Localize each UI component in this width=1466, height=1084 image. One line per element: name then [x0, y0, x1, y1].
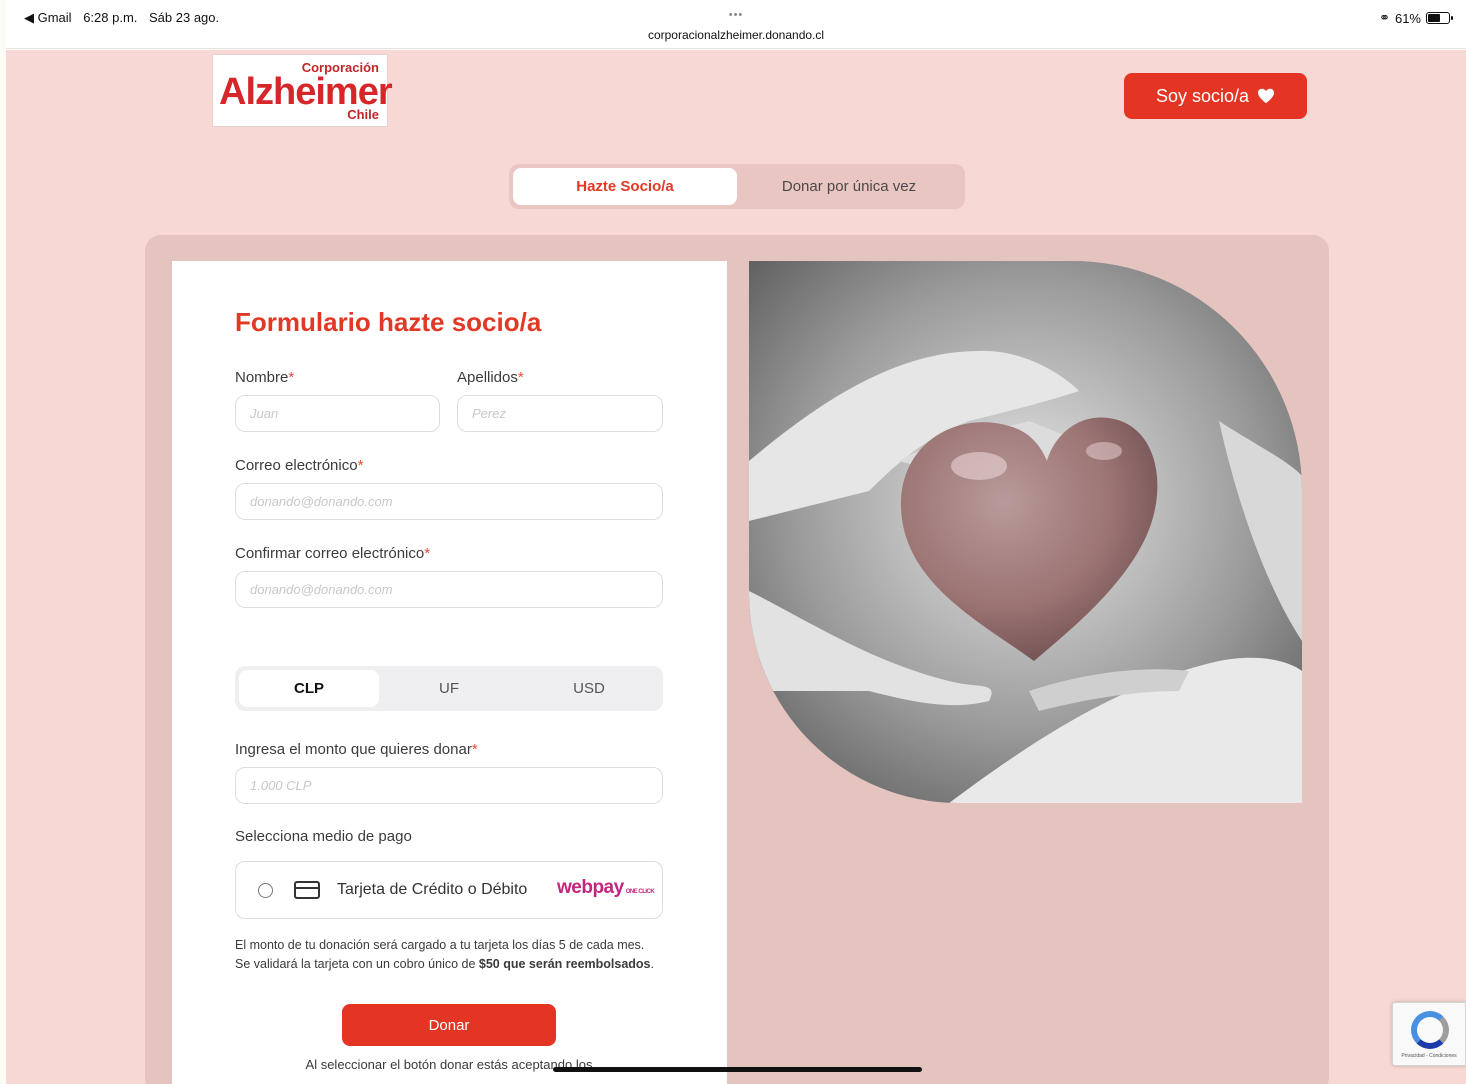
home-indicator[interactable] — [553, 1067, 922, 1072]
amount-input[interactable]: 1.000 CLP — [235, 767, 663, 804]
site-logo[interactable]: Corporación Alzheimer Chile — [212, 54, 393, 127]
monto-label: Ingresa el monto que quieres donar* — [235, 741, 478, 758]
required-mark: * — [424, 545, 431, 562]
confirmar-correo-label: Confirmar correo electrónico* — [235, 545, 430, 562]
credit-card-icon — [294, 881, 320, 899]
donation-type-tabs: Hazte Socio/a Donar por única vez — [509, 164, 965, 209]
link-icon: ⚭ — [1379, 10, 1390, 25]
apellidos-label-text: Apellidos — [457, 369, 518, 386]
form-card: Formulario hazte socio/a Nombre* Juan Ap… — [172, 261, 727, 1084]
soy-socio-button[interactable]: Soy socio/a — [1124, 73, 1307, 119]
webpay-text: webpay — [557, 877, 624, 898]
apellidos-label: Apellidos* — [457, 369, 524, 386]
apellidos-input[interactable]: Perez — [457, 395, 663, 432]
address-url[interactable]: corporacionalzheimer.donando.cl — [6, 28, 1466, 42]
form-title: Formulario hazte socio/a — [235, 307, 542, 337]
required-mark: * — [288, 369, 295, 386]
nombre-input[interactable]: Juan — [235, 395, 440, 432]
soy-socio-label: Soy socio/a — [1155, 85, 1250, 106]
donar-button[interactable]: Donar — [342, 1004, 556, 1046]
currency-tab-uf[interactable]: UF — [379, 670, 519, 707]
form-panel: Formulario hazte socio/a Nombre* Juan Ap… — [145, 235, 1329, 1084]
monto-label-text: Ingresa el monto que quieres donar — [235, 741, 472, 758]
site-content: Corporación Alzheimer Chile Soy socio/a … — [6, 50, 1466, 1084]
tab-hazte-socio[interactable]: Hazte Socio/a — [513, 168, 737, 205]
webpay-logo: webpay ONE CLICK — [557, 877, 655, 899]
recaptcha-text: Privacidad - Condiciones — [1401, 1053, 1457, 1059]
currency-selector: CLP UF USD — [235, 666, 663, 711]
charge-note: El monto de tu donación será cargado a t… — [235, 936, 663, 974]
confirm-email-input[interactable]: donando@donando.com — [235, 571, 663, 608]
nombre-label: Nombre* — [235, 369, 294, 386]
required-mark: * — [357, 457, 364, 474]
hands-heart-illustration — [749, 261, 1302, 803]
battery-percent: 61% — [1394, 10, 1421, 26]
confirmar-label-text: Confirmar correo electrónico — [235, 545, 425, 562]
currency-tab-clp[interactable]: CLP — [239, 670, 379, 707]
battery-fill — [1428, 14, 1440, 22]
correo-label: Correo electrónico* — [235, 457, 363, 474]
currency-tab-usd[interactable]: USD — [519, 670, 659, 707]
tab-donar-unica-vez[interactable]: Donar por única vez — [737, 168, 961, 205]
page: ◀ Gmail 6:28 p.m. Sáb 23 ago. ••• corpor… — [0, 0, 1466, 1084]
payment-option-card[interactable]: Tarjeta de Crédito o Débito webpay ONE CL… — [235, 861, 663, 919]
note-end: . — [650, 957, 654, 971]
status-bar: ◀ Gmail 6:28 p.m. Sáb 23 ago. ••• corpor… — [6, 0, 1466, 49]
nombre-label-text: Nombre — [235, 369, 289, 386]
hands-heart-image — [749, 261, 1302, 803]
webpay-small-text: ONE CLICK — [625, 889, 655, 895]
note-bold-text: $50 que serán reembolsados — [478, 957, 651, 971]
email-input[interactable]: donando@donando.com — [235, 483, 663, 520]
heart-icon — [1258, 88, 1275, 104]
multitask-dots[interactable]: ••• — [6, 9, 1466, 21]
payment-option-label: Tarjeta de Crédito o Débito — [337, 881, 528, 898]
recaptcha-badge[interactable]: Privacidad - Condiciones — [1392, 1002, 1466, 1066]
battery-icon — [1426, 12, 1453, 24]
required-mark: * — [517, 369, 524, 386]
status-right: ⚭ 61% — [1379, 10, 1453, 26]
pago-label: Selecciona medio de pago — [235, 828, 412, 845]
recaptcha-icon — [1411, 1011, 1449, 1049]
logo-bottom-text: Chile — [347, 107, 379, 122]
required-mark: * — [471, 741, 478, 758]
payment-radio[interactable] — [258, 883, 273, 898]
correo-label-text: Correo electrónico — [235, 457, 358, 474]
